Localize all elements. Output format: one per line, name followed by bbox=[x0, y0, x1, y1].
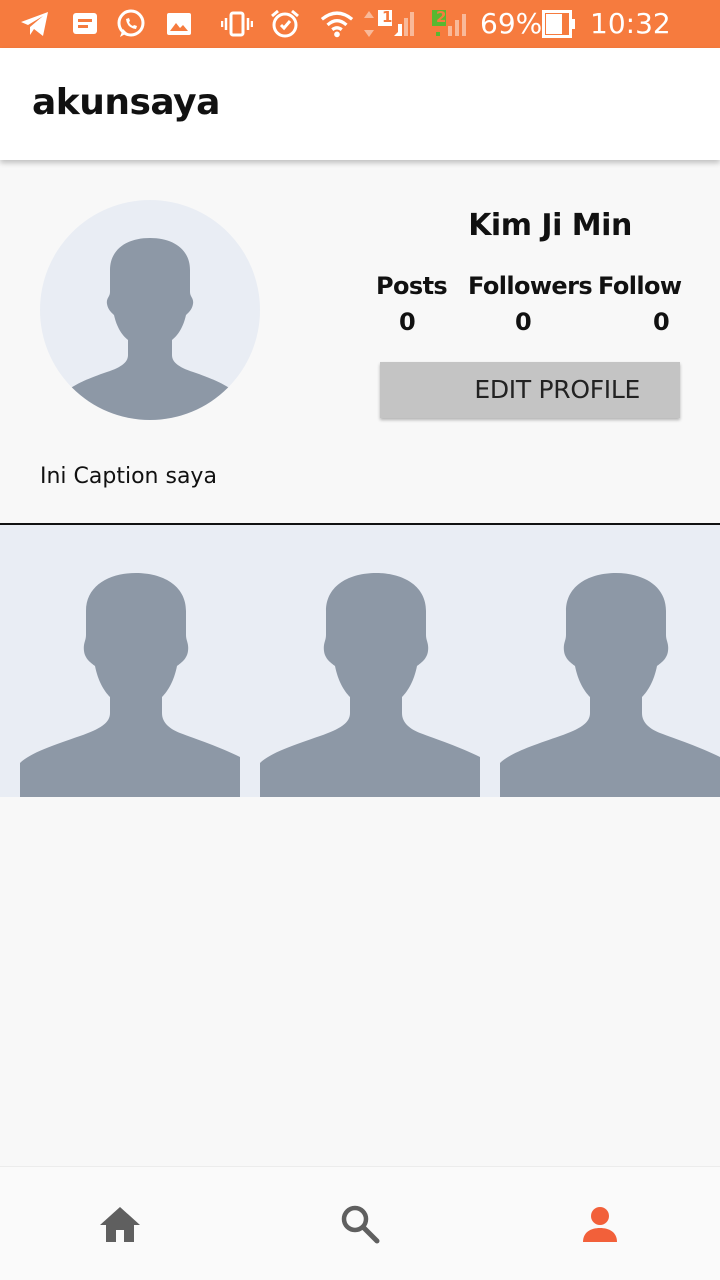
bottom-navigation bbox=[0, 1166, 720, 1280]
signal-badge-1: 1 bbox=[382, 8, 393, 26]
followers-count: 0 bbox=[515, 308, 532, 336]
posts-label: Posts bbox=[376, 272, 448, 300]
vibrate-icon bbox=[220, 8, 254, 40]
avatar[interactable] bbox=[40, 200, 260, 420]
person-silhouette-icon bbox=[500, 573, 720, 797]
person-icon bbox=[583, 1207, 617, 1242]
followers-label: Followers bbox=[468, 272, 593, 300]
profile-caption: Ini Caption saya bbox=[40, 464, 217, 489]
nav-search[interactable] bbox=[240, 1167, 480, 1280]
profile-name: Kim Ji Min bbox=[468, 208, 632, 243]
post-thumbnail[interactable] bbox=[0, 525, 240, 797]
battery-percent: 69% bbox=[480, 7, 543, 40]
following-stat: Following bbox=[598, 266, 682, 306]
post-thumbnail[interactable] bbox=[240, 525, 480, 797]
app-bar: akunsaya bbox=[0, 48, 720, 160]
signal-icon: 1 bbox=[362, 8, 418, 40]
posts-count: 0 bbox=[399, 308, 416, 336]
following-label: Following bbox=[598, 272, 682, 300]
status-bar: 1 2 69% 10:32 AM bbox=[0, 0, 720, 76]
whatsapp-icon bbox=[114, 8, 148, 40]
post-thumbnail[interactable] bbox=[480, 525, 720, 797]
signal-badge-2: 2 bbox=[436, 8, 447, 26]
person-silhouette-icon bbox=[64, 238, 236, 420]
search-icon bbox=[341, 1205, 380, 1244]
alarm-icon bbox=[268, 8, 302, 40]
gallery-icon bbox=[162, 8, 196, 40]
nav-home[interactable] bbox=[0, 1167, 240, 1280]
wifi-icon bbox=[320, 8, 354, 40]
telegram-icon bbox=[18, 8, 52, 40]
nav-profile[interactable] bbox=[480, 1167, 720, 1280]
posts-grid bbox=[0, 525, 720, 797]
page-title: akunsaya bbox=[32, 82, 220, 123]
edit-profile-button[interactable]: EDIT PROFILE bbox=[380, 362, 680, 418]
following-count: 0 bbox=[653, 308, 670, 336]
person-silhouette-icon bbox=[20, 573, 240, 797]
signal-icon: 2 bbox=[428, 8, 472, 40]
person-silhouette-icon bbox=[260, 573, 480, 797]
home-icon bbox=[100, 1207, 140, 1242]
message-icon bbox=[68, 8, 102, 40]
battery-icon bbox=[542, 10, 576, 38]
